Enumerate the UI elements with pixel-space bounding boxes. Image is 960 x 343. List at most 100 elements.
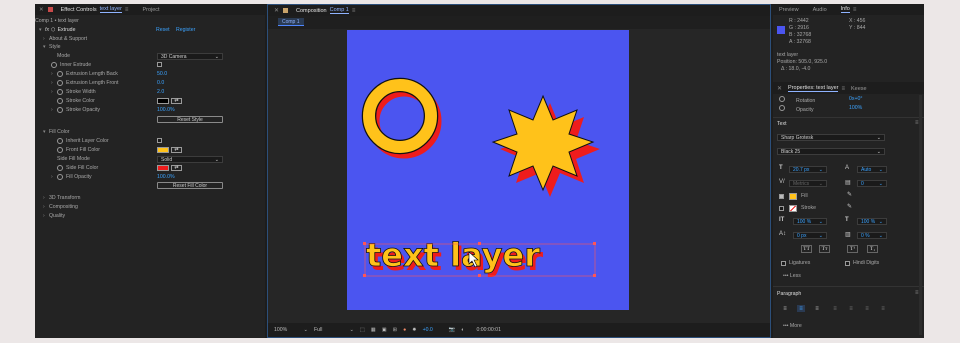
- selection-handle[interactable]: [363, 242, 366, 245]
- panel-menu-icon[interactable]: ≡: [841, 86, 845, 92]
- tab-audio[interactable]: Audio: [813, 7, 827, 13]
- close-icon[interactable]: ✕: [39, 7, 44, 13]
- selection-handle[interactable]: [593, 242, 596, 245]
- stroke-eyedropper-icon[interactable]: ✎: [847, 203, 852, 210]
- font-size-field[interactable]: 20.7 px ⌄: [789, 166, 827, 173]
- zoom-dropdown[interactable]: 100% ⌄: [274, 327, 308, 333]
- stopwatch-icon[interactable]: [779, 96, 785, 102]
- stroke-color-swatch[interactable]: [157, 98, 169, 104]
- selection-handle[interactable]: [478, 242, 481, 245]
- front-fill-swatch[interactable]: [157, 147, 169, 153]
- eyedropper-icon[interactable]: ⇄: [171, 147, 182, 153]
- fill-checkbox[interactable]: [779, 194, 784, 199]
- tab-effect-controls[interactable]: Effect Controls text layer ≡: [61, 6, 129, 13]
- register-link[interactable]: Register: [176, 27, 195, 33]
- stopwatch-icon[interactable]: [57, 173, 63, 180]
- stroke-opacity-value[interactable]: 100.0%: [157, 105, 175, 114]
- effect-row-extrude[interactable]: ▾ fx ⬡ Extrude Reset Register: [39, 25, 259, 34]
- reset-link[interactable]: Reset: [156, 27, 170, 33]
- close-icon[interactable]: ✕: [274, 7, 279, 14]
- canvas[interactable]: text layer text layer: [347, 30, 629, 310]
- stopwatch-icon[interactable]: [57, 70, 63, 77]
- selection-handle[interactable]: [363, 274, 366, 277]
- resolution-dropdown[interactable]: Full ⌄: [314, 327, 354, 333]
- side-fill-mode-dropdown[interactable]: Solid ⌄: [157, 156, 223, 163]
- tab-keese[interactable]: Keese: [851, 86, 867, 92]
- tab-info[interactable]: Info ≡: [840, 6, 857, 13]
- lock-icon[interactable]: [47, 7, 53, 12]
- selection-handle[interactable]: [478, 274, 481, 277]
- tab-composition[interactable]: Composition Comp 1 ≡: [296, 7, 355, 14]
- kerning-field[interactable]: Metrics ⌄: [789, 180, 827, 187]
- region-of-interest-icon[interactable]: ⬚: [360, 327, 365, 333]
- channel-icon[interactable]: ●: [403, 327, 406, 333]
- inherit-layer-color-checkbox[interactable]: [157, 138, 162, 143]
- align-right-icon[interactable]: ≡: [813, 305, 821, 312]
- eyedropper-icon[interactable]: ⇄: [171, 98, 182, 104]
- stopwatch-icon[interactable]: [57, 137, 63, 144]
- exposure-icon[interactable]: ✹: [412, 327, 416, 333]
- tracking-field[interactable]: 0 ⌄: [857, 180, 887, 187]
- stopwatch-icon[interactable]: [57, 88, 63, 95]
- panel-menu-icon[interactable]: ≡: [853, 7, 857, 13]
- transform-3d-row[interactable]: › 3D Transform: [43, 193, 80, 202]
- small-caps-button[interactable]: Tт: [819, 245, 830, 253]
- text-section-menu-icon[interactable]: ≡: [915, 120, 919, 126]
- inner-extrude-checkbox[interactable]: [157, 62, 162, 67]
- justify-last-right-icon[interactable]: ≡: [863, 305, 871, 312]
- stroke-checkbox[interactable]: [779, 206, 784, 211]
- panel-menu-icon[interactable]: ≡: [352, 8, 356, 14]
- mask-visibility-icon[interactable]: ▣: [382, 327, 387, 333]
- less-toggle[interactable]: ••• Less: [783, 273, 801, 279]
- quality-row[interactable]: › Quality: [43, 211, 65, 220]
- justify-last-left-icon[interactable]: ≡: [831, 305, 839, 312]
- selection-handle[interactable]: [593, 274, 596, 277]
- fill-color-swatch[interactable]: [789, 193, 797, 200]
- ext-back-value[interactable]: 50.0: [157, 69, 167, 78]
- timecode[interactable]: 0:00:00:01: [476, 327, 501, 333]
- font-style-dropdown[interactable]: Black 25 ⌄: [777, 148, 885, 155]
- scrollbar[interactable]: [919, 95, 922, 335]
- horizontal-scale-field[interactable]: 100 % ⌄: [857, 218, 887, 225]
- rotation-value[interactable]: 0x+0°: [849, 96, 862, 102]
- align-center-icon[interactable]: ≡: [797, 305, 805, 312]
- leading-field[interactable]: Auto ⌄: [857, 166, 887, 173]
- opacity-value[interactable]: 100%: [849, 105, 862, 111]
- faux-bold-button[interactable]: TT: [801, 245, 812, 253]
- compositing-row[interactable]: › Compositing: [43, 202, 78, 211]
- mode-dropdown[interactable]: 3D Camera ⌄: [157, 53, 223, 60]
- tab-preview[interactable]: Preview: [779, 7, 799, 13]
- fx-icon[interactable]: fx: [45, 27, 49, 33]
- exposure-value[interactable]: +0.0: [423, 327, 433, 333]
- stopwatch-icon[interactable]: [57, 164, 63, 171]
- paragraph-section-menu-icon[interactable]: ≡: [915, 290, 919, 296]
- show-snapshot-icon[interactable]: ◐: [461, 327, 464, 333]
- ligatures-checkbox[interactable]: [781, 261, 786, 266]
- stopwatch-icon[interactable]: [779, 105, 785, 111]
- reset-fill-button[interactable]: Reset Fill Color: [157, 182, 223, 189]
- composition-viewer[interactable]: text layer text layer: [268, 29, 770, 323]
- tab-project[interactable]: Project: [142, 7, 159, 13]
- fill-group-row[interactable]: ▾ Fill Color: [43, 127, 69, 136]
- justify-last-center-icon[interactable]: ≡: [847, 305, 855, 312]
- style-group-row[interactable]: ▾ Style: [43, 42, 61, 51]
- vertical-scale-field[interactable]: 100 % ⌄: [793, 218, 827, 225]
- panel-menu-icon[interactable]: ≡: [125, 7, 129, 13]
- fill-eyedropper-icon[interactable]: ✎: [847, 191, 852, 198]
- stroke-width-value[interactable]: 2.0: [157, 87, 164, 96]
- more-toggle[interactable]: ••• More: [783, 323, 802, 329]
- transparency-grid-icon[interactable]: ▦: [371, 327, 376, 333]
- stopwatch-icon[interactable]: [57, 79, 63, 86]
- stroke-color-swatch[interactable]: [789, 205, 797, 212]
- side-fill-swatch[interactable]: [157, 165, 169, 171]
- font-family-dropdown[interactable]: Sharp Grotesk ⌄: [777, 134, 885, 141]
- baseline-shift-field[interactable]: 0 px ⌄: [793, 232, 827, 239]
- stopwatch-icon[interactable]: [57, 106, 63, 113]
- tsume-field[interactable]: 0 % ⌄: [857, 232, 887, 239]
- snapshot-icon[interactable]: 📷: [449, 327, 455, 333]
- comp-chip[interactable]: Comp 1: [278, 18, 304, 26]
- hindi-digits-checkbox[interactable]: [845, 261, 850, 266]
- justify-all-icon[interactable]: ≡: [879, 305, 887, 312]
- reset-style-button[interactable]: Reset Style: [157, 116, 223, 123]
- stopwatch-icon[interactable]: [57, 97, 63, 104]
